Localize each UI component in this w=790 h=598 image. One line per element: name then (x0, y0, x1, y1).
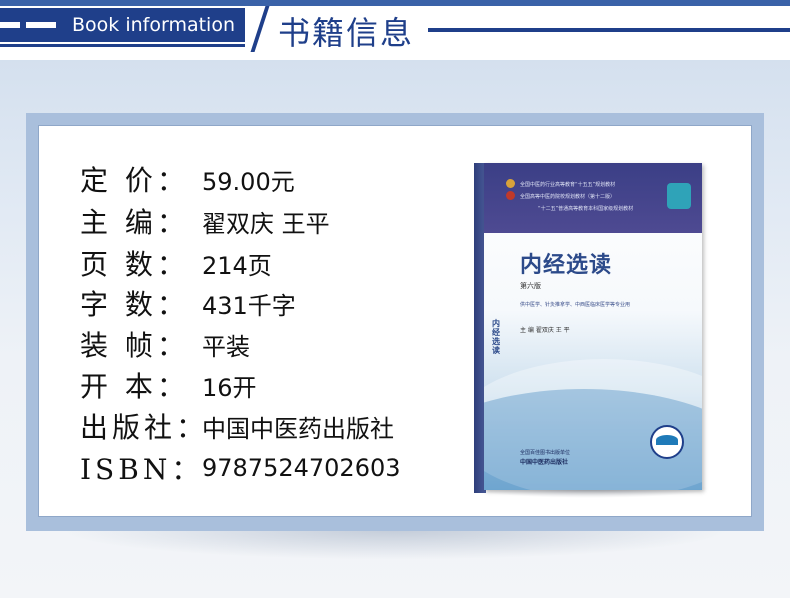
book-subtitle: 供中医学、针灸推拿学、中西医临床医学等专业用 (520, 302, 631, 308)
seal-emblem (656, 435, 678, 445)
series-line: “十二五”普通高等教育本科国家级规划教材 (538, 206, 634, 212)
info-row-format: 开 本： 16开 (80, 367, 257, 403)
info-row-editor: 主 编： 翟双庆 王平 (80, 203, 330, 239)
publisher-name: 中国中医药出版社 (520, 459, 569, 466)
info-label: 主 编： (80, 206, 189, 239)
info-row-pages: 页 数： 214页 (80, 245, 272, 281)
header-english-badge: Book information (0, 8, 245, 42)
info-label: 装 帧： (80, 329, 189, 362)
series-line: 全国中医药行业高等教育“十五五”规划教材 (520, 182, 616, 188)
info-value: 中国中医药出版社 (202, 414, 394, 443)
info-value: 214页 (202, 251, 272, 280)
book-title: 内经选读 (520, 252, 613, 278)
info-row-price: 定 价： 59.00元 (80, 161, 295, 197)
info-row-words: 字 数： 431千字 (80, 285, 296, 321)
info-value: 翟双庆 王平 (202, 209, 330, 238)
info-row-binding: 装 帧： 平装 (80, 326, 250, 362)
info-label: 字 数： (80, 288, 189, 321)
info-row-isbn: ISBN： 9787524702603 (80, 450, 401, 486)
info-value: 平装 (202, 332, 250, 361)
info-value: 16开 (202, 373, 257, 402)
header-underline (0, 44, 245, 47)
book-edition: 第六版 (520, 282, 541, 290)
info-value: 431千字 (202, 291, 296, 320)
badge-icon (506, 191, 515, 200)
info-value: 59.00元 (202, 167, 295, 196)
header-chinese-title: 书籍信息 (278, 14, 415, 52)
decor-bar (26, 22, 56, 28)
info-label: 页 数： (80, 248, 189, 281)
series-line: 全国高等中医药院校规划教材（第十二版） (520, 194, 616, 200)
info-label: 开 本： (80, 370, 189, 403)
book-cover-image: 全国中医药行业高等教育“十五五”规划教材 全国高等中医药院校规划教材（第十二版）… (484, 163, 702, 490)
decor-bar (0, 22, 20, 28)
book-editors: 主 编 翟双庆 王 平 (520, 327, 570, 334)
info-value: 9787524702603 (202, 454, 401, 482)
header-rule (428, 28, 790, 32)
info-label: ISBN： (80, 453, 204, 486)
publisher-label: 全国百佳图书出版单位 (520, 450, 571, 456)
info-label: 定 价： (80, 164, 189, 197)
badge-icon (506, 179, 515, 188)
book-vertical-title: 内经选读 (492, 318, 500, 355)
info-row-publisher: 出版社： 中国中医药出版社 (80, 408, 394, 444)
publisher-logo-icon (667, 183, 691, 209)
info-label: 出版社： (80, 411, 209, 444)
header-english-title: Book information (72, 14, 235, 36)
